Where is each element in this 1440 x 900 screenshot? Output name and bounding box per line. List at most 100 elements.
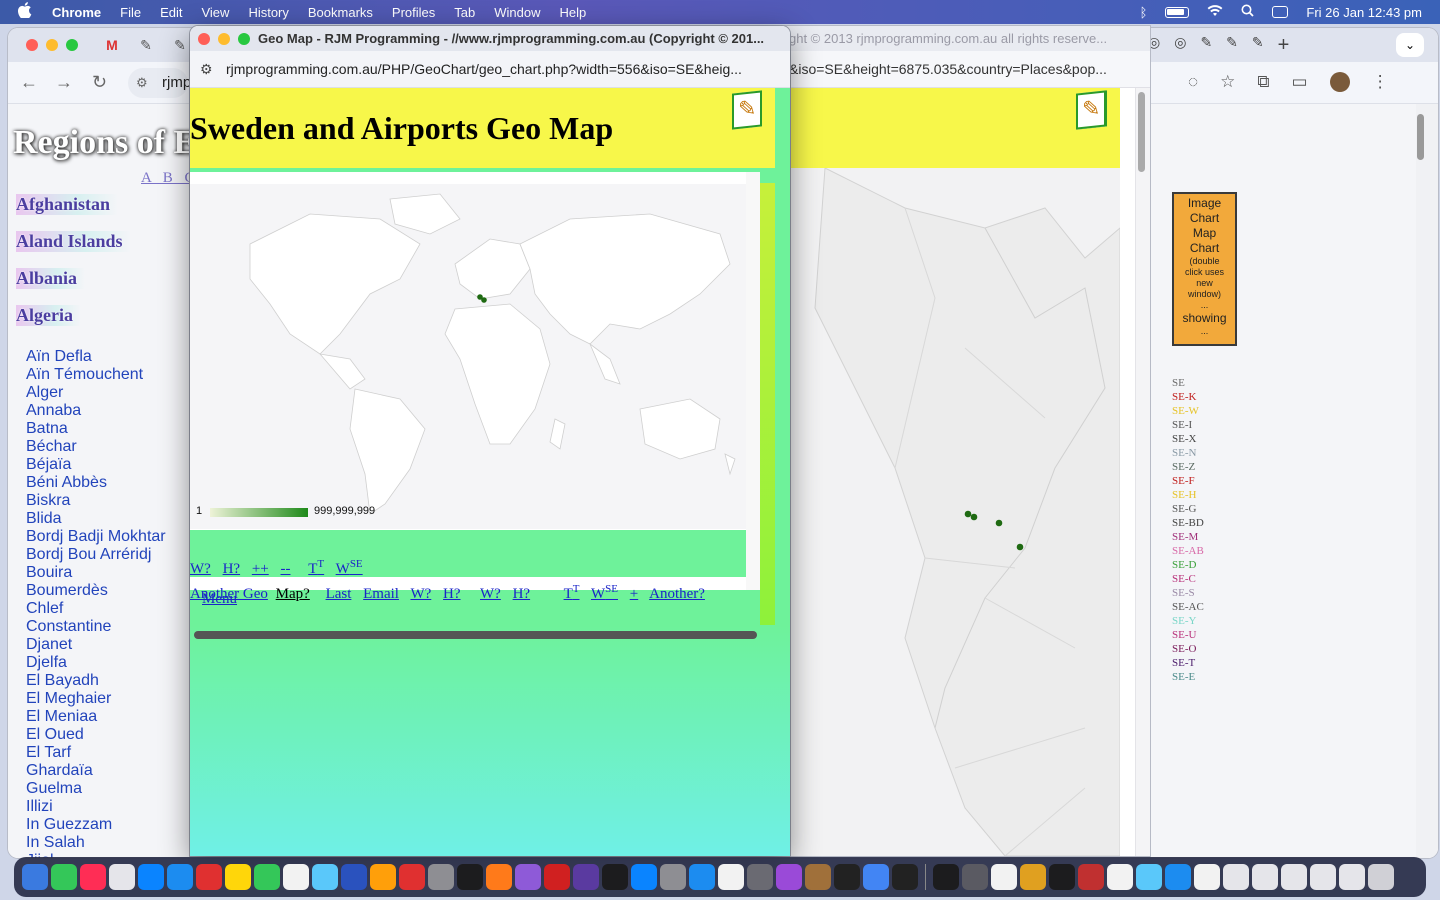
dock-app-icon[interactable] xyxy=(138,864,164,890)
site-settings-icon[interactable]: ⚙ xyxy=(200,61,213,78)
region-item[interactable]: El Oued xyxy=(26,726,166,744)
wifi-icon[interactable] xyxy=(1207,4,1223,20)
dock-folder-icon[interactable] xyxy=(1339,864,1365,890)
dock-app-icon[interactable] xyxy=(80,864,106,890)
dock-app-icon[interactable] xyxy=(51,864,77,890)
back-arrow-icon[interactable]: ← xyxy=(20,72,38,93)
dock-app-icon[interactable] xyxy=(1020,864,1046,890)
menu-window[interactable]: Window xyxy=(494,5,540,20)
region-item[interactable]: Djelfa xyxy=(26,654,166,672)
last-link[interactable]: Last xyxy=(326,586,352,602)
dock-app-icon[interactable] xyxy=(370,864,396,890)
menu-edit[interactable]: Edit xyxy=(160,5,182,20)
more-menu-icon[interactable]: ⋮ xyxy=(1372,72,1389,92)
region-item[interactable]: Aïn Defla xyxy=(26,348,166,366)
width-link[interactable]: W? xyxy=(410,586,431,602)
dock-folder-icon[interactable] xyxy=(1165,864,1191,890)
legend-item[interactable]: SE-E xyxy=(1172,670,1204,684)
menu-bookmarks[interactable]: Bookmarks xyxy=(308,5,373,20)
mid-window-url[interactable]: &iso=SE&height=6875.035&country=Places&p… xyxy=(785,51,1150,88)
image-chart-map-chart-button[interactable]: Image Chart Map Chart (double click uses… xyxy=(1172,192,1237,346)
legend-item[interactable]: SE-D xyxy=(1172,558,1204,572)
legend-item[interactable]: SE-BD xyxy=(1172,516,1204,530)
another-link[interactable]: Another? xyxy=(649,586,705,602)
legend-item[interactable]: SE-Z xyxy=(1172,460,1204,474)
height-link-2[interactable]: H? xyxy=(513,586,531,602)
legend-item[interactable]: SE-X xyxy=(1172,432,1204,446)
bg-close-button[interactable] xyxy=(26,39,38,51)
dock-app-icon[interactable] xyxy=(776,864,802,890)
tab-favicon-icon[interactable]: ✎ xyxy=(1226,34,1238,57)
region-item[interactable]: Béni Abbès xyxy=(26,474,166,492)
country-algeria[interactable]: Algeria xyxy=(16,305,81,326)
width-link-2[interactable]: W? xyxy=(480,586,501,602)
dock-app-icon[interactable] xyxy=(457,864,483,890)
popup-zoom-button[interactable] xyxy=(238,33,250,45)
dock-app-icon[interactable] xyxy=(196,864,222,890)
tab-search-chevron-icon[interactable]: ⌄ xyxy=(1396,33,1424,57)
dock-app-icon[interactable] xyxy=(486,864,512,890)
zoom-out-link[interactable]: -- xyxy=(281,561,291,577)
popup-url-bar[interactable]: ⚙ rjmprogramming.com.au/PHP/GeoChart/geo… xyxy=(190,51,790,88)
region-item[interactable]: Biskra xyxy=(26,492,166,510)
dock-app-icon[interactable] xyxy=(283,864,309,890)
region-item[interactable]: Boumerdès xyxy=(26,582,166,600)
menu-file[interactable]: File xyxy=(120,5,141,20)
bg-minimize-button[interactable] xyxy=(46,39,58,51)
map-link[interactable]: Map? xyxy=(276,586,310,602)
country-albania[interactable]: Albania xyxy=(16,268,86,289)
dock-app-icon[interactable] xyxy=(225,864,251,890)
legend-item[interactable]: SE-AB xyxy=(1172,544,1204,558)
dock-folder-icon[interactable] xyxy=(1310,864,1336,890)
region-item[interactable]: Bordj Bou Arréridj xyxy=(26,546,166,564)
legend-item[interactable]: SE-S xyxy=(1172,586,1204,600)
region-item[interactable]: Bouira xyxy=(26,564,166,582)
extensions-puzzle-icon[interactable]: ⧉ xyxy=(1257,72,1269,92)
country-aland-islands[interactable]: Aland Islands xyxy=(16,231,131,252)
edit-note-icon[interactable] xyxy=(732,90,762,130)
region-item[interactable]: Blida xyxy=(26,510,166,528)
menubar-datetime[interactable]: Fri 26 Jan 12:43 pm xyxy=(1306,5,1422,20)
mid-window-scrollbar[interactable] xyxy=(1135,88,1150,856)
dock-app-icon[interactable] xyxy=(863,864,889,890)
eye-slash-icon[interactable]: ◌ xyxy=(1188,72,1198,92)
apple-menu-icon[interactable] xyxy=(17,2,32,22)
tab-favicon-icon[interactable]: ✎ xyxy=(1252,34,1264,57)
bg-zoom-button[interactable] xyxy=(66,39,78,51)
popup-minimize-button[interactable] xyxy=(218,33,230,45)
menu-profiles[interactable]: Profiles xyxy=(392,5,435,20)
dock-app-icon[interactable] xyxy=(689,864,715,890)
battery-icon[interactable] xyxy=(1165,6,1190,18)
tab-favicon-icon[interactable]: ◎ xyxy=(1174,34,1186,57)
region-item[interactable]: El Bayadh xyxy=(26,672,166,690)
legend-item[interactable]: SE-T xyxy=(1172,656,1204,670)
dock-app-icon[interactable] xyxy=(399,864,425,890)
dock-app-icon[interactable] xyxy=(991,864,1017,890)
dock-folder-icon[interactable] xyxy=(1368,864,1394,890)
dock-folder-icon[interactable] xyxy=(1281,864,1307,890)
region-item[interactable]: Bordj Badji Mokhtar xyxy=(26,528,166,546)
legend-item[interactable]: SE-Y xyxy=(1172,614,1204,628)
region-item[interactable]: Chlef xyxy=(26,600,166,618)
legend-item[interactable]: SE-K xyxy=(1172,390,1204,404)
new-tab-plus-icon[interactable]: + xyxy=(1278,34,1290,57)
country-afghanistan[interactable]: Afghanistan xyxy=(16,194,119,215)
popup-url-text[interactable]: rjmprogramming.com.au/PHP/GeoChart/geo_c… xyxy=(226,61,742,77)
dock-app-icon[interactable] xyxy=(602,864,628,890)
legend-item[interactable]: SE xyxy=(1172,376,1204,390)
dock-app-icon[interactable] xyxy=(892,864,918,890)
dock-app-icon[interactable] xyxy=(573,864,599,890)
region-item[interactable]: Annaba xyxy=(26,402,166,420)
legend-item[interactable]: SE-C xyxy=(1172,572,1204,586)
legend-item[interactable]: SE-AC xyxy=(1172,600,1204,614)
dock-app-icon[interactable] xyxy=(22,864,48,890)
gmail-tab-icon[interactable]: M xyxy=(100,34,124,56)
region-item[interactable]: In Guezzam xyxy=(26,816,166,834)
region-item[interactable]: Illizi xyxy=(26,798,166,816)
email-link[interactable]: Email xyxy=(363,586,399,602)
menu-history[interactable]: History xyxy=(248,5,288,20)
text-link[interactable]: TT xyxy=(308,558,324,577)
dock-app-icon[interactable] xyxy=(1049,864,1075,890)
legend-item[interactable]: SE-I xyxy=(1172,418,1204,432)
spotlight-search-icon[interactable] xyxy=(1241,4,1255,20)
